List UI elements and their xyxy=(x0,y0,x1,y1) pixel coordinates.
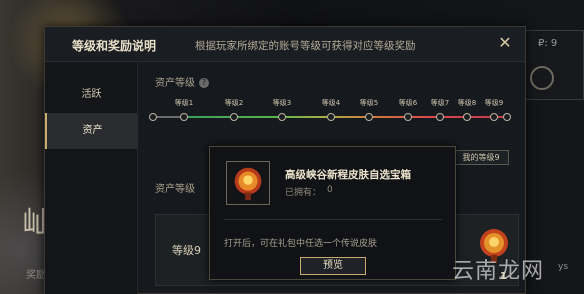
preview-button[interactable]: 预览 xyxy=(300,257,366,275)
sidebar-item-activity[interactable]: 活跃 xyxy=(45,77,138,113)
owned-label: 已拥有： xyxy=(285,188,322,198)
dialog-header: 等级和奖励说明 根据玩家所绑定的账号等级可获得对应等级奖励 ✕ xyxy=(45,27,525,62)
treasure-chest-icon xyxy=(234,167,262,201)
asset-level-heading-text: 资产等级 xyxy=(155,78,195,89)
level-label: 等级8 xyxy=(457,99,477,107)
level-label: 等级9 xyxy=(484,99,504,107)
reward-description: 打开后，可在礼包中任选一个传说皮肤 xyxy=(224,239,378,249)
level-dot xyxy=(503,113,511,121)
divider xyxy=(224,219,442,220)
level-dot xyxy=(327,113,335,121)
asset-level-heading: 资产等级? xyxy=(155,74,209,89)
background-circle-icon xyxy=(530,66,554,90)
level-dot xyxy=(436,113,444,121)
owned-value: 0 xyxy=(327,185,333,195)
sidebar: 活跃 资产 xyxy=(45,63,138,294)
level-row-label: 等级9 xyxy=(172,244,201,257)
reward-icon-frame xyxy=(226,161,270,205)
level-label: 等级5 xyxy=(359,99,379,107)
level-dot xyxy=(490,113,498,121)
level-progress-track xyxy=(149,112,511,122)
level-label: 等级6 xyxy=(398,99,418,107)
background-small-text: 奖励 xyxy=(26,270,46,281)
reward-tooltip-card: 高级峡谷新程皮肤自选宝箱 已拥有： 0 打开后，可在礼包中任选一个传说皮肤 预览 xyxy=(209,146,456,280)
level-label: 等级7 xyxy=(430,99,450,107)
close-button[interactable]: ✕ xyxy=(495,33,515,53)
my-level-button[interactable]: 我的等级9 xyxy=(453,150,509,165)
level-dot xyxy=(404,113,412,121)
level-label: 等级2 xyxy=(224,99,244,107)
level-dot xyxy=(149,113,157,121)
info-icon[interactable]: ? xyxy=(199,78,209,88)
watermark-text: 云南龙网 xyxy=(452,259,545,284)
asset-level-heading-2: 资产等级 xyxy=(155,184,195,195)
level-label: 等级1 xyxy=(174,99,194,107)
level-label: 等级3 xyxy=(272,99,292,107)
background-side-text: ₽: 9 xyxy=(538,38,558,49)
level-label: 等级4 xyxy=(321,99,341,107)
level-dot xyxy=(463,113,471,121)
reward-title: 高级峡谷新程皮肤自选宝箱 xyxy=(285,169,411,181)
dialog-title: 等级和奖励说明 xyxy=(72,39,157,53)
dialog-subtitle: 根据玩家所绑定的账号等级可获得对应等级奖励 xyxy=(195,40,416,52)
level-dot xyxy=(365,113,373,121)
level-dot xyxy=(230,113,238,121)
sidebar-item-assets[interactable]: 资产 xyxy=(45,113,138,149)
level-dot xyxy=(180,113,188,121)
level-dot xyxy=(278,113,286,121)
watermark-subtext: ys xyxy=(558,262,569,272)
